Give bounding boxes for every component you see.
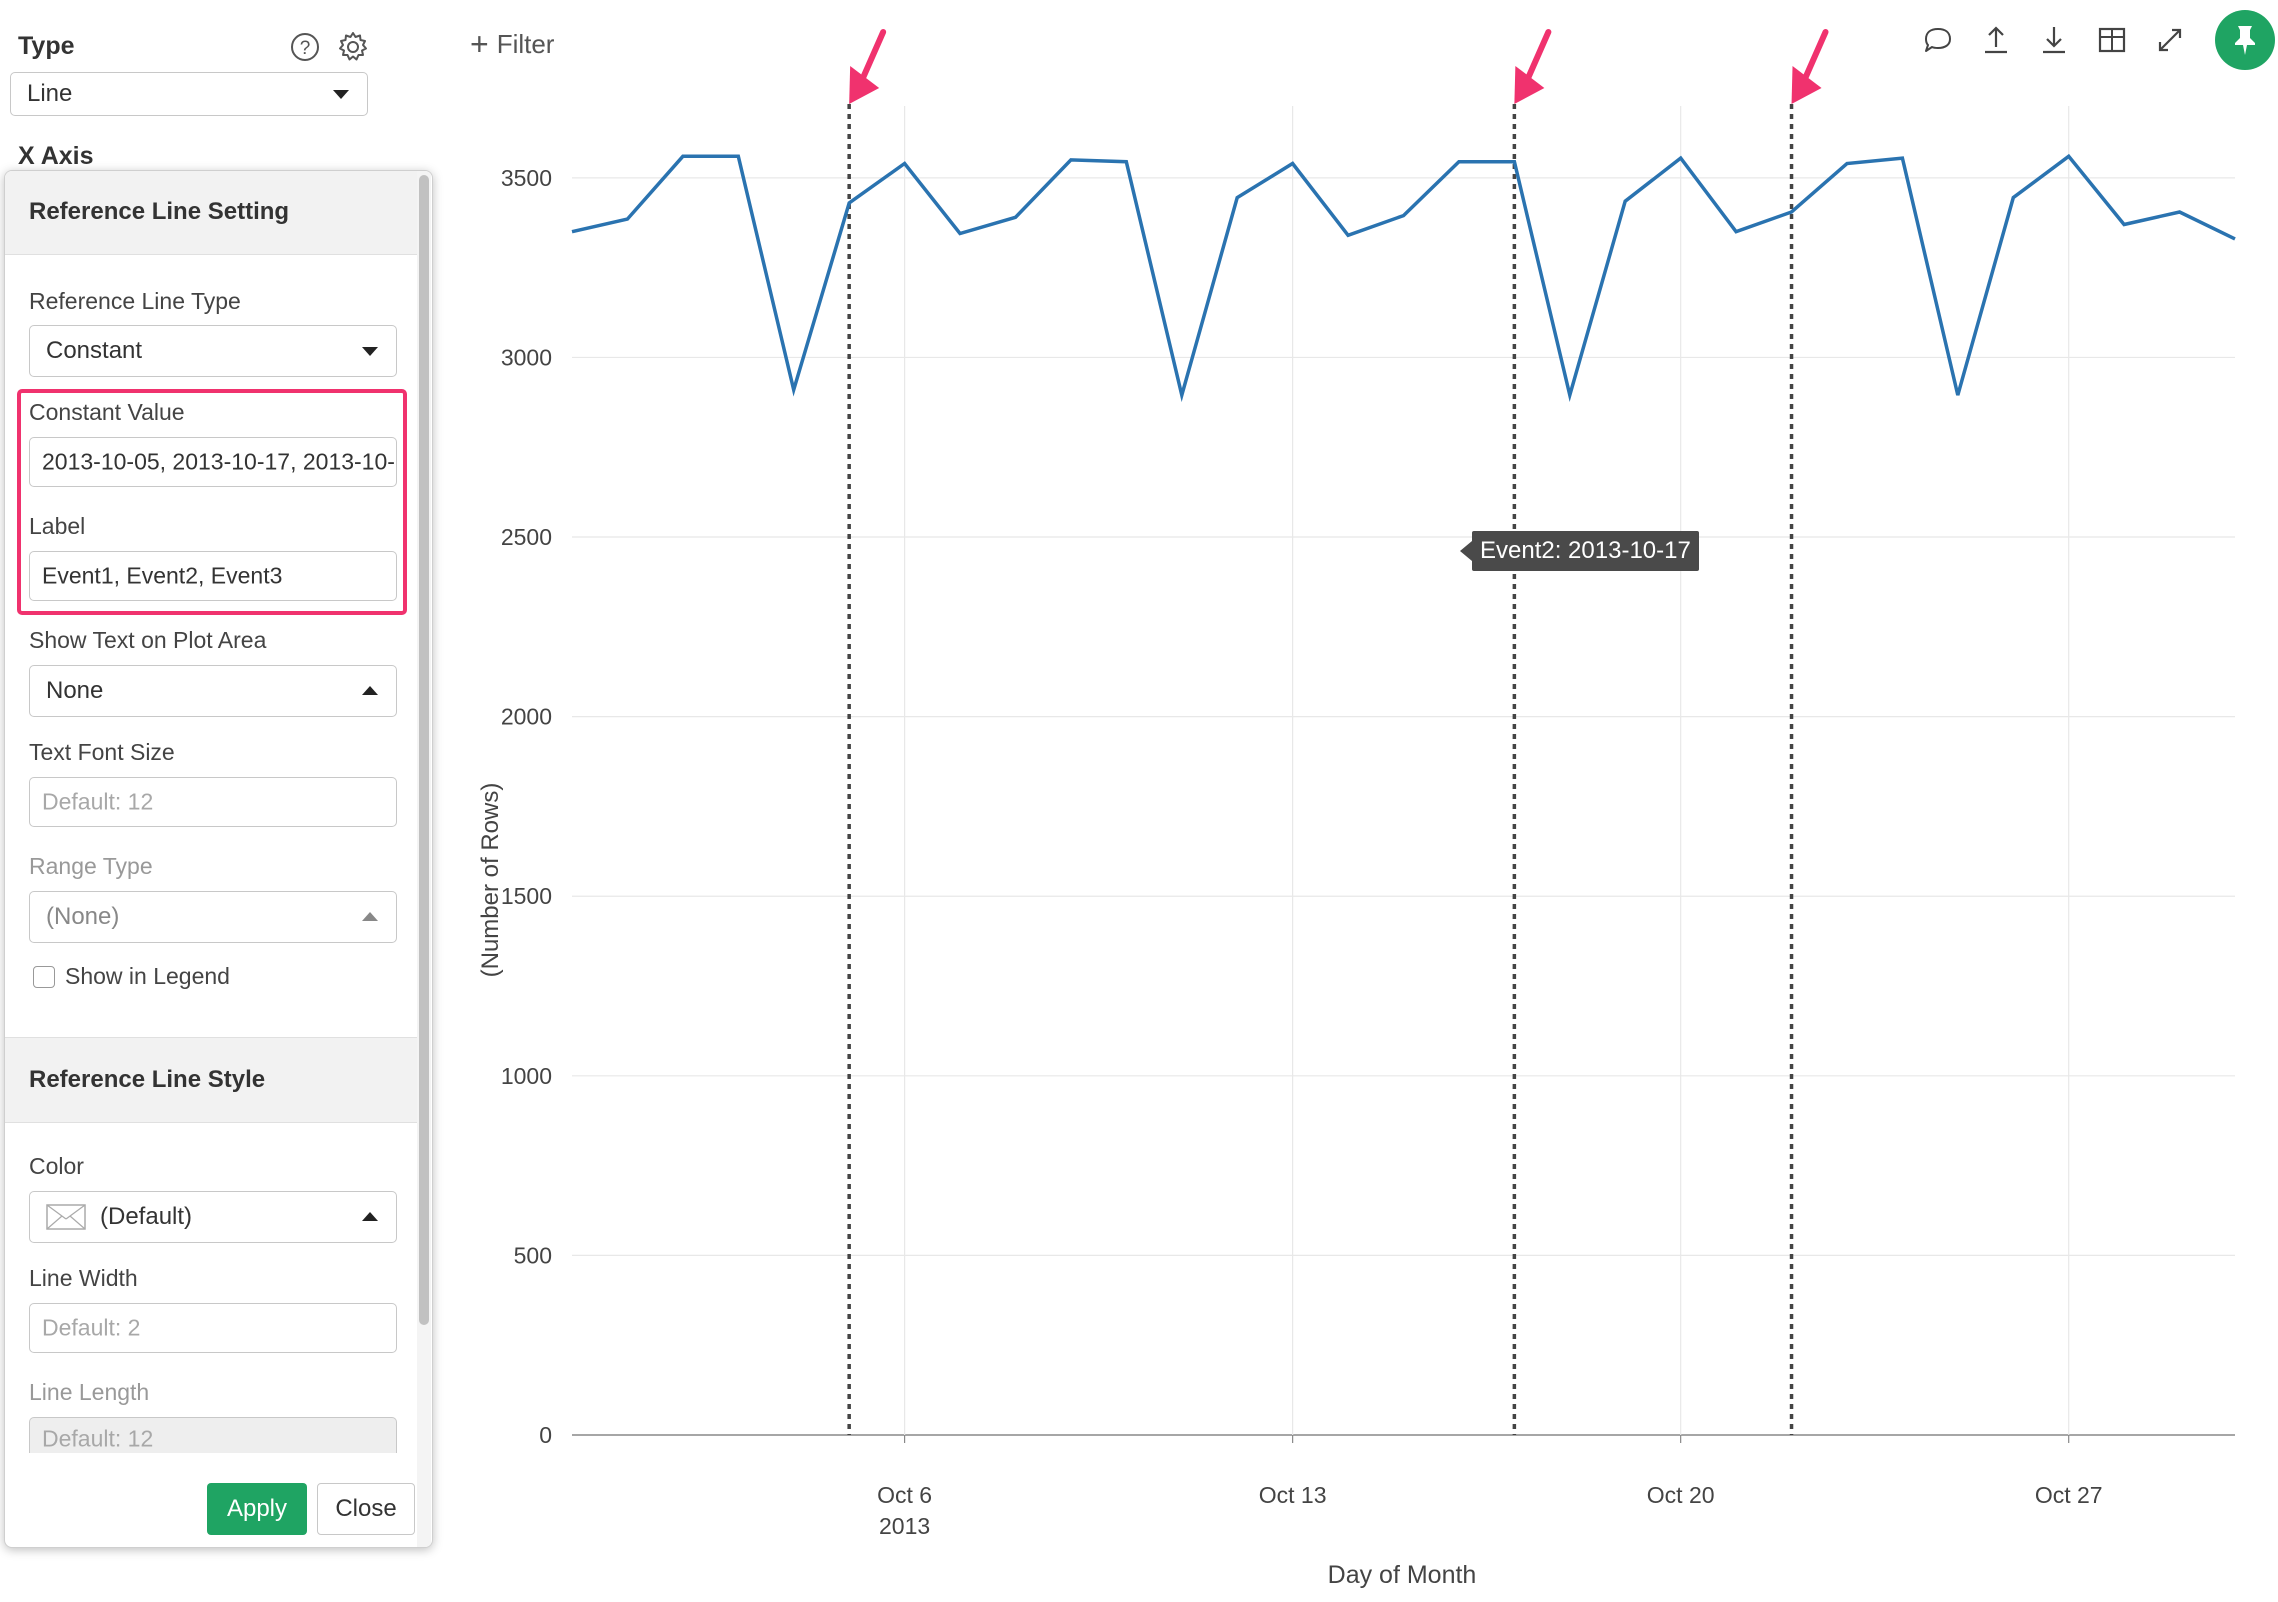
plus-icon: + (470, 26, 489, 62)
chevron-up-icon (362, 912, 378, 921)
type-label: Type (18, 32, 75, 60)
reference-line-style-header: Reference Line Style (5, 1037, 417, 1123)
reference-line-type-select[interactable]: Constant (29, 325, 397, 377)
y-axis-label: (Number of Rows) (477, 783, 504, 978)
arrow-shaft (1523, 29, 1552, 85)
text-font-size-input[interactable]: Default: 12 (29, 777, 397, 827)
annotation-arrows (849, 29, 1829, 104)
pin-button[interactable] (2215, 10, 2275, 70)
filter-label: Filter (496, 29, 555, 59)
chart-grid (572, 106, 2235, 1443)
arrow-shaft (858, 29, 887, 85)
x-axis-label: Day of Month (1328, 1561, 1477, 1589)
line-length-label: Line Length (29, 1379, 150, 1405)
range-type-label: Range Type (29, 853, 153, 879)
chevron-down-icon (362, 347, 378, 356)
show-text-value: None (46, 677, 104, 704)
label-field-label: Label (29, 513, 86, 539)
chart-series (571, 153, 2236, 403)
text-font-size-placeholder: Default: 12 (42, 788, 154, 815)
reference-line-type-value: Constant (46, 337, 143, 364)
show-text-select[interactable]: None (29, 665, 397, 717)
close-button[interactable]: Close (317, 1483, 415, 1535)
x-axis-section-label: X Axis (18, 142, 94, 170)
download-icon[interactable] (2036, 22, 2072, 58)
comment-icon[interactable] (1920, 22, 1956, 58)
chart-ticks: 0 500 1000 1500 2000 2500 3000 3500 Oct 6 2013 Oct… (501, 165, 2103, 1539)
arrow-icon (849, 29, 887, 104)
upload-icon[interactable] (1978, 22, 2014, 58)
color-select[interactable]: (Default) (29, 1191, 397, 1243)
reference-lines (847, 104, 1794, 1435)
constant-value-label: Constant Value (29, 399, 185, 425)
series-line (571, 153, 2236, 403)
y-tick-label: 2000 (501, 704, 552, 730)
chevron-down-icon (333, 90, 349, 99)
line-length-placeholder: Default: 12 (42, 1425, 154, 1452)
color-value: (Default) (100, 1203, 193, 1230)
constant-value-input[interactable]: 2013-10-05, 2013-10-17, 2013-10-22 (29, 437, 397, 487)
reference-line-setting-header: Reference Line Setting (5, 171, 417, 255)
y-tick-label: 0 (539, 1422, 552, 1448)
line-length-input[interactable]: Default: 12 (29, 1417, 397, 1453)
empty-color-swatch-icon (46, 1204, 86, 1230)
y-tick-label: 3500 (501, 165, 552, 191)
panel-scrollbar[interactable] (417, 171, 431, 1547)
x-tick-sublabel: 2013 (879, 1513, 930, 1539)
chevron-up-icon (362, 1212, 378, 1221)
x-tick-label: Oct 20 (1647, 1482, 1715, 1508)
x-tick-label: Oct 6 (877, 1482, 932, 1508)
label-input[interactable]: Event1, Event2, Event3 (29, 551, 397, 601)
line-width-input[interactable]: Default: 2 (29, 1303, 397, 1353)
expand-icon[interactable] (2152, 22, 2188, 58)
line-width-placeholder: Default: 2 (42, 1314, 141, 1341)
reference-line-panel: Reference Line Setting Reference Line Ty… (4, 170, 433, 1548)
label-text: Event1, Event2, Event3 (42, 562, 283, 589)
x-tick-label: Oct 13 (1259, 1482, 1327, 1508)
show-text-label: Show Text on Plot Area (29, 627, 267, 653)
show-in-legend-label: Show in Legend (65, 963, 230, 989)
show-in-legend-checkbox[interactable] (33, 966, 55, 988)
x-tick-label: Oct 27 (2035, 1482, 2103, 1508)
section-title: Reference Line Style (29, 1066, 266, 1093)
chevron-up-icon (362, 686, 378, 695)
arrow-icon (1514, 29, 1552, 104)
scrollbar-thumb[interactable] (419, 175, 429, 1325)
y-tick-label: 3000 (501, 344, 552, 370)
help-icon[interactable]: ? (288, 30, 322, 64)
range-type-select[interactable]: (None) (29, 891, 397, 943)
apply-button[interactable]: Apply (207, 1483, 307, 1535)
section-title: Reference Line Setting (29, 198, 290, 225)
svg-text:?: ? (300, 38, 311, 59)
arrow-icon (1791, 29, 1829, 104)
constant-value-text: 2013-10-05, 2013-10-17, 2013-10-22 (42, 448, 397, 475)
range-type-value: (None) (46, 903, 120, 930)
reference-line-tooltip: Event2: 2013-10-17 (1460, 531, 1699, 571)
chart-type-value: Line (27, 80, 73, 107)
y-tick-label: 1500 (501, 883, 552, 909)
gear-icon[interactable] (336, 30, 370, 64)
chart-type-select[interactable]: Line (10, 72, 368, 116)
y-tick-label: 2500 (501, 524, 552, 550)
reference-line-type-label: Reference Line Type (29, 288, 241, 314)
y-tick-label: 500 (514, 1242, 552, 1268)
text-font-size-label: Text Font Size (29, 739, 175, 765)
filter-button[interactable]: + Filter (470, 24, 555, 62)
pin-icon (2235, 26, 2255, 55)
table-icon[interactable] (2094, 22, 2130, 58)
arrow-shaft (1800, 29, 1829, 85)
y-tick-label: 1000 (501, 1063, 552, 1089)
line-width-label: Line Width (29, 1265, 138, 1291)
color-label: Color (29, 1153, 84, 1179)
